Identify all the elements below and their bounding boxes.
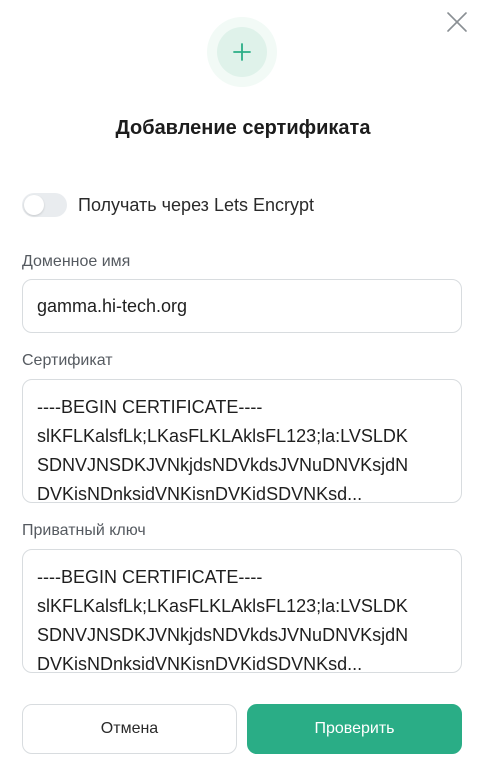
private-key-label: Приватный ключ <box>22 522 146 539</box>
plus-icon <box>233 43 251 61</box>
dialog-title: Добавление сертификата <box>115 117 371 139</box>
lets-encrypt-toggle-row[interactable]: Получать через Lets Encrypt <box>22 193 314 217</box>
certificate-line: DVKisNDnksidVNKisnDVKidSDVNKsd... <box>37 484 363 503</box>
certificate-textarea[interactable]: ----BEGIN CERTIFICATE---- slKFLKalsfLk;L… <box>22 379 462 503</box>
certificate-line: slKFLKalsfLk;LKasFLKLAklsFL123;la:LVSLDK <box>37 426 408 446</box>
header-icon-circle <box>217 27 267 77</box>
private-key-line: SDNVJNSDKJVNkjdsNDVkdsJVNuDNVKsjdN <box>37 625 409 645</box>
add-certificate-dialog: Добавление сертификата Получать через Le… <box>0 0 486 774</box>
submit-button[interactable]: Проверить <box>247 704 462 754</box>
lets-encrypt-toggle[interactable] <box>22 193 67 217</box>
certificate-line: SDNVJNSDKJVNkjdsNDVkdsJVNuDNVKsjdN <box>37 455 409 475</box>
domain-input[interactable]: gamma.hi-tech.org <box>22 279 462 333</box>
domain-label: Доменное имя <box>22 253 131 270</box>
private-key-textarea[interactable]: ----BEGIN CERTIFICATE---- slKFLKalsfLk;L… <box>22 549 462 673</box>
close-icon <box>447 12 467 32</box>
lets-encrypt-label: Получать через Lets Encrypt <box>78 194 314 215</box>
header-icon-badge <box>207 17 277 87</box>
cancel-button[interactable]: Отмена <box>22 704 237 754</box>
close-button[interactable] <box>443 8 471 36</box>
private-key-line: slKFLKalsfLk;LKasFLKLAklsFL123;la:LVSLDK <box>37 596 408 616</box>
certificate-line: ----BEGIN CERTIFICATE---- <box>37 397 263 417</box>
private-key-line: DVKisNDnksidVNKisnDVKidSDVNKsd... <box>37 654 363 673</box>
toggle-knob <box>24 195 44 215</box>
private-key-line: ----BEGIN CERTIFICATE---- <box>37 567 263 587</box>
certificate-label: Сертификат <box>22 352 113 369</box>
